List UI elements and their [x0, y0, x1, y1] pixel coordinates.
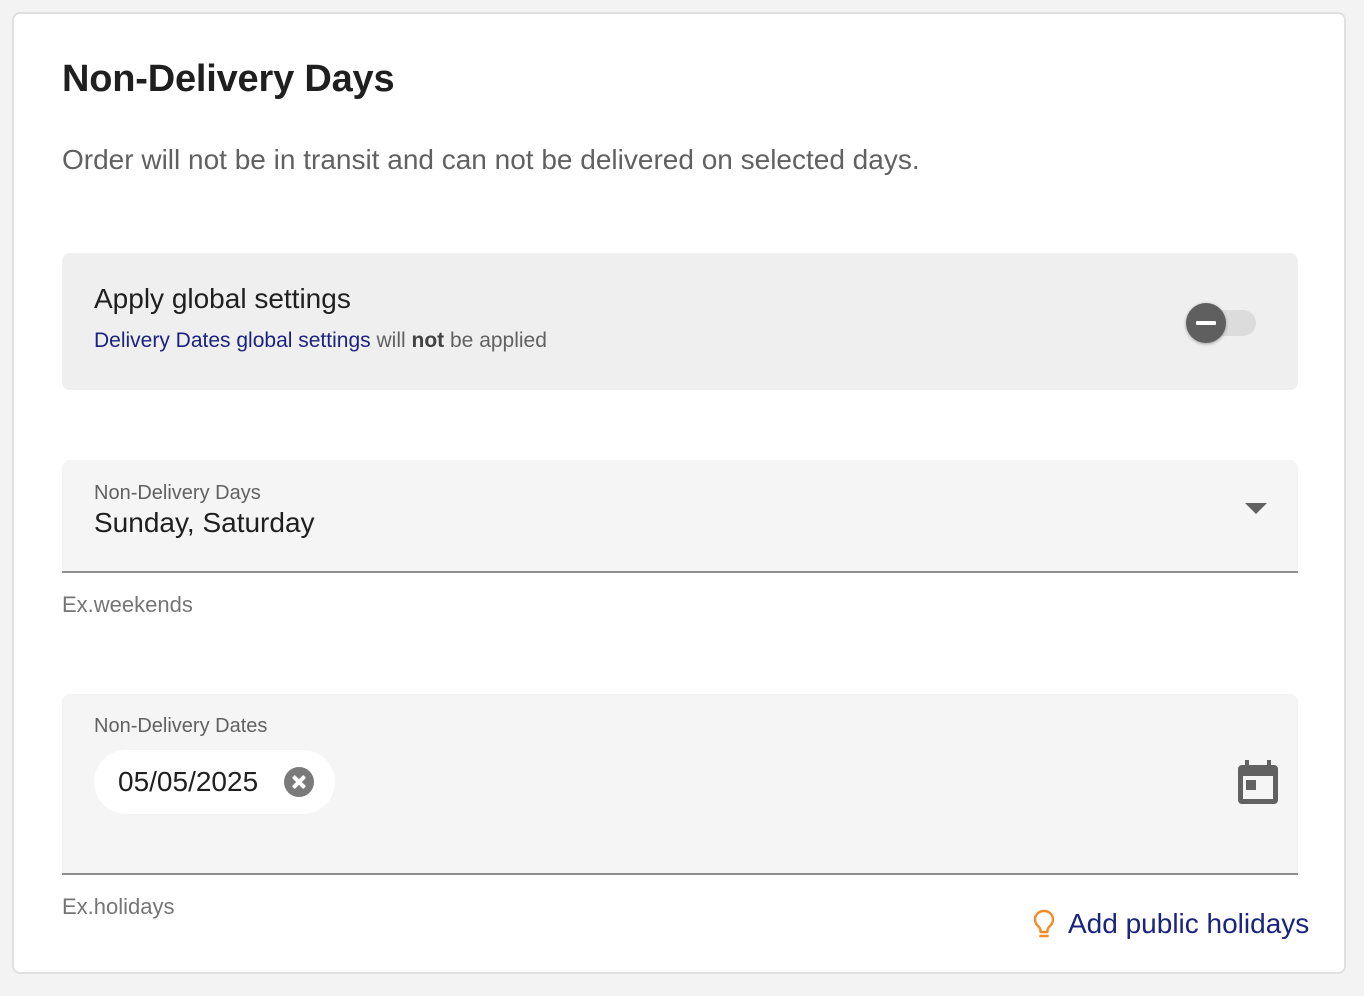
- global-settings-link[interactable]: Delivery Dates global settings: [94, 329, 371, 352]
- date-chip-label: 05/05/2025: [118, 766, 259, 797]
- non-delivery-dates-label: Non-Delivery Dates: [94, 715, 268, 737]
- non-delivery-dates-hint: Ex.holidays: [62, 894, 175, 919]
- date-chip: 05/05/2025: [94, 750, 335, 814]
- cancel-circle-icon[interactable]: [284, 767, 314, 797]
- add-public-holidays-label: Add public holidays: [1068, 908, 1310, 939]
- section-title: Non-Delivery Days: [62, 58, 395, 100]
- desc-not-text: not: [411, 329, 445, 352]
- lightbulb-icon: [1033, 909, 1055, 938]
- section-description: Order will not be in transit and can not…: [62, 144, 920, 175]
- global-settings-description: Delivery Dates global settings will not …: [94, 329, 547, 353]
- non-delivery-days-value: Sunday, Saturday: [94, 507, 315, 538]
- desc-will-text: will: [376, 329, 406, 352]
- non-delivery-days-select[interactable]: Non-Delivery Days Sunday, Saturday: [62, 460, 1298, 573]
- non-delivery-days-card: Non-Delivery Days Order will not be in t…: [12, 12, 1346, 974]
- non-delivery-days-hint: Ex.weekends: [62, 592, 193, 617]
- dropdown-arrow-icon[interactable]: [1245, 503, 1267, 514]
- calendar-icon[interactable]: [1238, 760, 1278, 804]
- desc-tail-text: be applied: [450, 329, 547, 352]
- non-delivery-dates-field[interactable]: Non-Delivery Dates 05/05/2025: [62, 694, 1298, 875]
- non-delivery-days-label: Non-Delivery Days: [94, 482, 261, 504]
- global-settings-panel: Apply global settings Delivery Dates glo…: [62, 253, 1298, 390]
- apply-global-settings-toggle[interactable]: [1186, 302, 1258, 344]
- toggle-off-icon: [1186, 303, 1226, 343]
- global-settings-title: Apply global settings: [94, 283, 351, 314]
- add-public-holidays-link[interactable]: Add public holidays: [1030, 904, 1309, 944]
